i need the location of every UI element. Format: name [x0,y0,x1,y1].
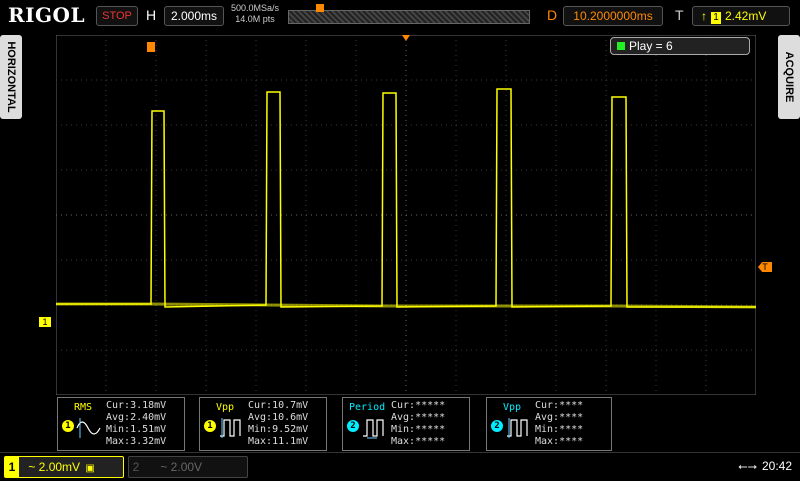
max-value: Max:3.32mV [106,436,167,447]
play-indicator-icon [617,42,625,50]
max-value: Max:***** [391,436,446,447]
trigger-position-marker [147,42,155,52]
vpp-waveform-icon [220,418,241,438]
usb-icon: ⭠⭢ [738,459,758,473]
min-value: Min:1.51mV [106,424,167,435]
cur-value: Cur:**** [535,400,584,411]
ch2-scale-button[interactable]: 2 ~ 2.00V [128,456,248,478]
cur-value: Cur:10.7mV [248,400,309,411]
bandwidth-limit-icon: ▣ [85,463,95,474]
measurement-values: Cur:10.7mV Avg:10.6mV Min:9.52mV Max:11.… [248,400,308,448]
measurement-rms-ch1[interactable]: RMS 1 Cur:3.18mV Avg:2.40mV Min:1.51mV M… [57,397,185,451]
ch1-scale-button[interactable]: 1 ~ 2.00mV ▣ [4,456,124,478]
channel-badge: 2 [347,420,359,432]
measurement-name: Period [349,402,386,413]
horizontal-label: H [146,7,157,23]
trigger-label: T [675,7,684,23]
trigger-level: 2.42mV [725,9,767,23]
rising-edge-icon: ↑ [701,9,707,23]
avg-value: Avg:2.40mV [106,412,167,423]
vpp-waveform-icon [507,418,528,438]
trigger-level-marker[interactable]: T [758,262,772,272]
play-status-box: Play = 6 [610,37,750,55]
measurement-values: Cur:**** Avg:**** Min:**** Max:**** [535,400,583,448]
delay-value[interactable]: 10.2000000ms [563,6,663,26]
ch1-scale: ~ 2.00mV [28,460,81,474]
measurement-name: RMS [74,402,93,413]
rms-waveform-icon [76,418,101,438]
trigger-channel: 1 [711,12,721,24]
timebase-value[interactable]: 2.000ms [164,6,224,26]
measurement-name: Vpp [503,402,522,413]
measurement-name: Vpp [216,402,235,413]
measurement-period-ch2[interactable]: Period 2 Cur:***** Avg:***** Min:***** M… [342,397,470,451]
acquire-menu-tab[interactable]: ACQUIRE [778,35,800,119]
measurement-vpp-ch1[interactable]: Vpp 1 Cur:10.7mV Avg:10.6mV Min:9.52mV M… [199,397,327,451]
rigol-logo: RIGOL [8,3,86,27]
trigger-setting[interactable]: ↑ 1 2.42mV [692,6,790,26]
memory-position-marker [316,4,324,12]
avg-value: Avg:***** [391,412,446,423]
channel-badge: 2 [491,420,503,432]
cur-value: Cur:***** [391,400,446,411]
memory-window-bar[interactable] [288,10,530,24]
max-value: Max:**** [535,436,584,447]
waveform-display[interactable] [56,35,756,395]
play-status-text: Play = 6 [629,39,673,53]
measurement-values: Cur:***** Avg:***** Min:***** Max:***** [391,400,445,448]
run-stop-button[interactable]: STOP [96,6,138,26]
clock: 20:42 [762,459,793,473]
sample-rate: 500.0MSa/s [230,3,280,13]
channel-badge: 1 [204,420,216,432]
memory-depth: 14.0M pts [235,14,275,24]
max-value: Max:11.1mV [248,436,309,447]
ch2-number: 2 [132,460,140,474]
sample-rate-info: 500.0MSa/s 14.0M pts [228,3,282,25]
measurement-values: Cur:3.18mV Avg:2.40mV Min:1.51mV Max:3.3… [106,400,166,448]
delay-label: D [547,7,558,23]
ch2-scale: ~ 2.00V [160,460,203,474]
min-value: Min:9.52mV [248,424,309,435]
avg-value: Avg:10.6mV [248,412,309,423]
min-value: Min:**** [535,424,584,435]
measurement-vpp-ch2[interactable]: Vpp 2 Cur:**** Avg:**** Min:**** Max:***… [486,397,612,451]
min-value: Min:***** [391,424,446,435]
cur-value: Cur:3.18mV [106,400,167,411]
ch1-number: 1 [5,457,19,477]
ch1-offset-marker[interactable]: 1 [39,317,51,327]
period-waveform-icon [363,419,384,439]
channel-badge: 1 [62,420,74,432]
horizontal-menu-tab[interactable]: HORIZONTAL [0,35,22,119]
avg-value: Avg:**** [535,412,584,423]
acquire-tab-label: ACQUIRE [783,51,795,103]
horizontal-tab-label: HORIZONTAL [5,41,17,113]
